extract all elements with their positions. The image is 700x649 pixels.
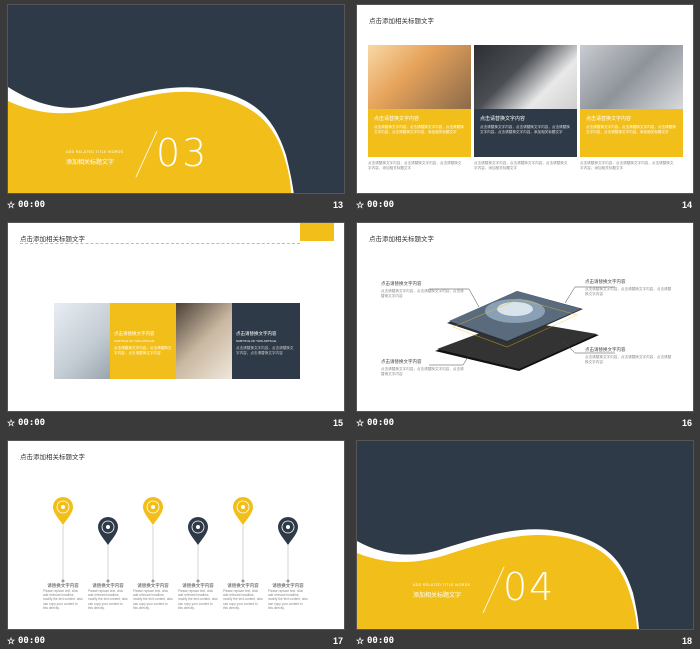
timeline-desc: Please replace text, click add relevant … [43, 589, 83, 610]
slide-13-subtitle-cn: 添加相关标题文字 [66, 160, 115, 166]
slide-17-number-label: 17 [332, 636, 343, 646]
foot-text-2: 点击请替换文字内容，点击请替换文字内容，点击请替换文字内容，添加相关标题文字 [474, 161, 568, 170]
photo-tablet [176, 303, 232, 379]
slide-17-time: 00:00 [18, 636, 46, 646]
pin-center [61, 505, 65, 509]
slide-17-canvas: 点击添加相关标题文字 请替换文字内容 Please replace text, c… [7, 440, 345, 630]
slide-14-time: 00:00 [367, 200, 395, 210]
slide-16-time: 00:00 [367, 418, 395, 428]
pin-center [151, 505, 155, 509]
timeline-desc: Please replace text, click add relevant … [223, 589, 263, 610]
callout-top-left-desc: 点击请替换文字内容，点击请替换文字内容，点击请替换文字内容 [381, 289, 464, 298]
timeline-desc: Please replace text, click add relevant … [268, 589, 308, 610]
star-icon[interactable]: ☆ [7, 636, 15, 647]
slide-14-number-label: 14 [681, 200, 692, 210]
callout-top-right-desc: 点击请替换文字内容，点击请替换文字内容，点击请替换文字内容 [585, 287, 672, 296]
callout-bottom-left-desc: 点击请替换文字内容，点击请替换文字内容，点击请替换文字内容 [381, 367, 464, 376]
star-icon[interactable]: ☆ [7, 200, 15, 211]
timeline-desc: Please replace text, click add relevant … [88, 589, 128, 610]
slide-13-time: 00:00 [18, 200, 46, 210]
slide-18-subtitle-en: ADD RELATED TITLE WORDS [413, 583, 471, 587]
pin-center [196, 525, 200, 529]
text-box-2: 点击请替换文字内容 点击请替换文字内容，点击请替换文字内容，点击请替换文字内容，… [474, 109, 577, 157]
slide-18-subtitle-cn: 添加相关标题文字 [413, 593, 462, 599]
text-panel-1: 点击请替换文字内容 SUBTITLE OF THIS ARTICLE 点击请替换… [110, 303, 176, 379]
corner-accent [300, 223, 334, 241]
phone-illustration [429, 286, 615, 371]
slide-18-number: 04 [503, 565, 556, 609]
text-box-3: 点击请替换文字内容 点击请替换文字内容，点击请替换文字内容，点击请替换文字内容，… [580, 109, 683, 157]
photo-phone [54, 303, 110, 379]
foot-text-3: 点击请替换文字内容，点击请替换文字内容，点击请替换文字内容，添加相关标题文字 [580, 161, 674, 170]
photo-office [368, 45, 471, 109]
slide-16-number-label: 16 [681, 418, 692, 428]
star-icon[interactable]: ☆ [356, 418, 364, 429]
pin-center [241, 505, 245, 509]
callout-bottom-left: 点击请替换文字内容 [381, 359, 422, 364]
callout-top-right: 点击请替换文字内容 [585, 279, 626, 284]
slide-18-time: 00:00 [367, 636, 395, 646]
slide-18-canvas: ADD RELATED TITLE WORDS 添加相关标题文字 04 [356, 440, 694, 630]
slide-13-number: 03 [156, 131, 209, 175]
callout-bottom-right-desc: 点击请替换文字内容，点击请替换文字内容，点击请替换文字内容 [585, 355, 672, 364]
timeline-desc: Please replace text, click add relevant … [133, 589, 173, 610]
text-box-1: 点击请替换文字内容 点击请替换文字内容，点击请替换文字内容，点击请替换文字内容，… [368, 109, 471, 157]
pin-center [286, 525, 290, 529]
slide-16-canvas: 点击添加相关标题文字 点击请替换文字内容 点击请替换文字内容，点击请替换文字内容… [356, 222, 694, 412]
slide-15-canvas: 点击添加相关标题文字 点击请替换文字内容 SUBTITLE OF THIS AR… [7, 222, 345, 412]
pin-center [106, 525, 110, 529]
foot-text-1: 点击请替换文字内容，点击请替换文字内容，点击请替换文字内容，添加相关标题文字 [368, 161, 462, 170]
slide-15-time: 00:00 [18, 418, 46, 428]
slide-18-number-label: 18 [681, 636, 692, 646]
callout-bottom-right: 点击请替换文字内容 [585, 347, 626, 352]
slide-14-title: 点击添加相关标题文字 [369, 18, 434, 25]
callout-top-left: 点击请替换文字内容 [381, 281, 422, 286]
star-icon[interactable]: ☆ [356, 200, 364, 211]
slide-13-canvas: ADD RELATED TITLE WORDS 添加相关标题文字 03 [7, 4, 345, 194]
star-icon[interactable]: ☆ [356, 636, 364, 647]
slide-13-number-label: 13 [332, 200, 343, 210]
slide-14-canvas: 点击添加相关标题文字 点击请替换文字内容 点击请替换文字内容，点击请替换文字内容… [356, 4, 694, 194]
photo-writing [474, 45, 577, 109]
star-icon[interactable]: ☆ [7, 418, 15, 429]
timeline-desc: Please replace text, click add relevant … [178, 589, 218, 610]
photo-laptop [580, 45, 683, 109]
slide-13-subtitle-en: ADD RELATED TITLE WORDS [66, 150, 124, 154]
title-underline [20, 243, 300, 244]
text-panel-2: 点击请替换文字内容 SUBTITLE OF THIS ARTICLE 点击请替换… [232, 303, 300, 379]
slide-15-number-label: 15 [332, 418, 343, 428]
slide-15-title: 点击添加相关标题文字 [20, 236, 85, 243]
